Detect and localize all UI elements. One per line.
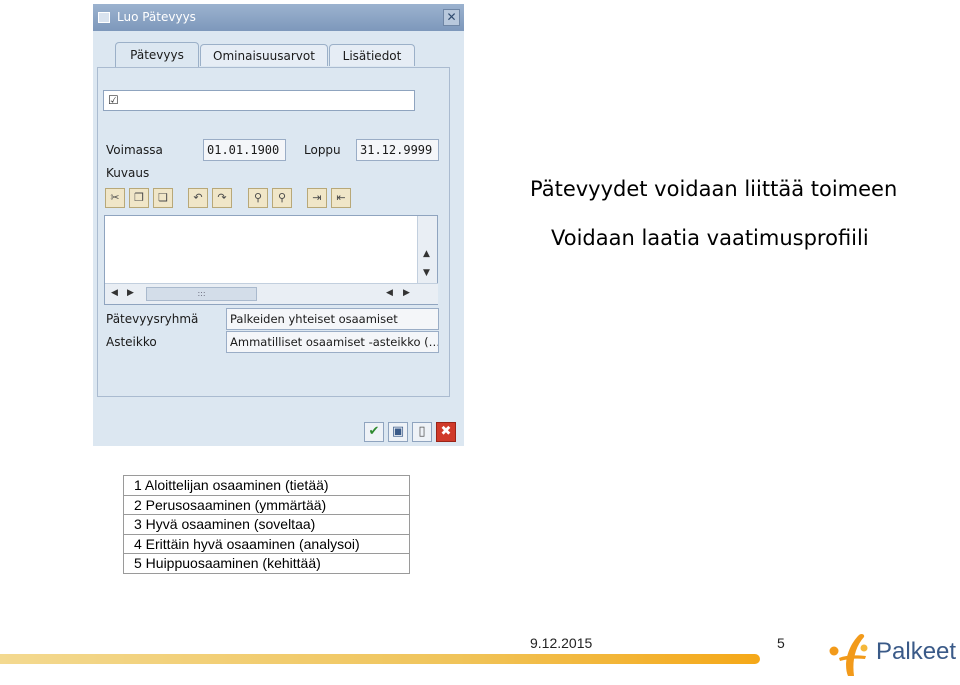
cancel-button[interactable]: ✖ bbox=[436, 422, 456, 442]
description-label: Kuvaus bbox=[106, 166, 150, 180]
table-row: 1 Aloittelijan osaaminen (tietää) bbox=[123, 475, 410, 496]
logo-mark-icon bbox=[829, 633, 868, 676]
scale-level: 2 Perusosaaminen (ymmärtää) bbox=[123, 494, 410, 515]
heading-line-1: Pätevyydet voidaan liittää toimeen bbox=[530, 177, 898, 201]
valid-from-field[interactable]: 01.01.1900 bbox=[203, 139, 286, 161]
group-field[interactable]: Palkeiden yhteiset osaamiset bbox=[226, 308, 439, 330]
create-qualification-dialog: Luo Pätevyys ✕ Pätevyys Ominaisuusarvot … bbox=[93, 4, 464, 446]
new-document-icon: ▯ bbox=[418, 424, 426, 439]
table-row: 3 Hyvä osaaminen (soveltaa) bbox=[123, 514, 410, 535]
dialog-titlebar: Luo Pätevyys ✕ bbox=[93, 4, 464, 31]
scroll-down-icon[interactable]: ▼ bbox=[423, 268, 430, 278]
valid-to-field[interactable]: 31.12.9999 bbox=[356, 139, 439, 161]
window-icon bbox=[98, 12, 110, 23]
description-textarea[interactable]: ▲ ▼ ◀ ▶ ::: ◀ ▶ bbox=[104, 215, 438, 305]
end-label: Loppu bbox=[304, 143, 341, 157]
export-button[interactable]: ⇤ bbox=[331, 188, 351, 208]
save-button[interactable]: ▣ bbox=[388, 422, 408, 442]
tab-additional-info[interactable]: Lisätiedot bbox=[329, 44, 415, 66]
cancel-icon: ✖ bbox=[440, 424, 452, 439]
confirm-button[interactable]: ✔ bbox=[364, 422, 384, 442]
tab-bar: Pätevyys Ominaisuusarvot Lisätiedot bbox=[93, 42, 464, 68]
new-button[interactable]: ▯ bbox=[412, 422, 432, 442]
scale-field[interactable]: Ammatilliset osaamiset -asteikko (… bbox=[226, 331, 439, 353]
cut-button[interactable]: ✂ bbox=[105, 188, 125, 208]
close-icon: ✕ bbox=[446, 10, 457, 24]
footer-date: 9.12.2015 bbox=[530, 635, 593, 651]
undo-button[interactable]: ↶ bbox=[188, 188, 208, 208]
undo-icon: ↶ bbox=[193, 191, 203, 204]
copy-icon: ❐ bbox=[134, 191, 144, 204]
redo-button[interactable]: ↷ bbox=[212, 188, 232, 208]
competence-scale-table: 1 Aloittelijan osaaminen (tietää) 2 Peru… bbox=[123, 475, 410, 574]
table-row: 2 Perusosaaminen (ymmärtää) bbox=[123, 494, 410, 515]
import-icon: ⇥ bbox=[312, 191, 322, 204]
valid-label: Voimassa bbox=[106, 143, 163, 157]
scissors-icon: ✂ bbox=[110, 191, 120, 204]
find-button[interactable]: ⚲ bbox=[248, 188, 268, 208]
redo-icon: ↷ bbox=[217, 191, 227, 204]
find-next-button[interactable]: ⚲ bbox=[272, 188, 292, 208]
scale-level: 3 Hyvä osaaminen (soveltaa) bbox=[123, 514, 410, 535]
checkbox-icon: ☑ bbox=[108, 93, 119, 107]
scale-label: Asteikko bbox=[106, 335, 157, 349]
dialog-title: Luo Pätevyys bbox=[117, 10, 196, 24]
group-label: Pätevyysryhmä bbox=[106, 312, 199, 326]
table-row: 4 Erittäin hyvä osaaminen (analysoi) bbox=[123, 533, 410, 554]
save-icon: ▣ bbox=[391, 424, 405, 439]
page-number: 5 bbox=[777, 635, 785, 651]
horizontal-scrollbar[interactable]: ◀ ▶ ::: ◀ ▶ bbox=[105, 283, 438, 304]
checkmark-icon: ✔ bbox=[368, 424, 380, 439]
copy-button[interactable]: ❐ bbox=[129, 188, 149, 208]
scale-level: 4 Erittäin hyvä osaaminen (analysoi) bbox=[123, 533, 410, 554]
qualification-name-field[interactable]: ☑ bbox=[103, 90, 415, 111]
scroll-left-end-icon[interactable]: ◀ bbox=[386, 288, 393, 298]
tab-properties[interactable]: Ominaisuusarvot bbox=[200, 44, 328, 66]
binoculars-next-icon: ⚲ bbox=[277, 191, 287, 204]
vertical-scrollbar[interactable]: ▲ ▼ bbox=[417, 216, 437, 284]
scale-level: 1 Aloittelijan osaaminen (tietää) bbox=[123, 475, 410, 496]
scroll-right-end-icon[interactable]: ▶ bbox=[403, 288, 410, 298]
footer-accent-bar bbox=[0, 654, 760, 664]
table-row: 5 Huippuosaaminen (kehittää) bbox=[123, 553, 410, 574]
close-button[interactable]: ✕ bbox=[443, 9, 460, 26]
scroll-left-icon[interactable]: ◀ bbox=[111, 288, 118, 298]
export-icon: ⇤ bbox=[336, 191, 346, 204]
scale-level: 5 Huippuosaaminen (kehittää) bbox=[123, 553, 410, 574]
paste-button[interactable]: ❏ bbox=[153, 188, 173, 208]
tab-qualification[interactable]: Pätevyys bbox=[115, 42, 199, 68]
palkeet-logo: Palkeet bbox=[826, 628, 956, 678]
scroll-right-icon[interactable]: ▶ bbox=[127, 288, 134, 298]
logo-text: Palkeet bbox=[876, 638, 957, 665]
scroll-thumb[interactable]: ::: bbox=[146, 287, 257, 301]
binoculars-icon: ⚲ bbox=[253, 191, 263, 204]
scroll-up-icon[interactable]: ▲ bbox=[423, 249, 430, 259]
heading-line-2: Voidaan laatia vaatimusprofiili bbox=[551, 226, 869, 250]
import-button[interactable]: ⇥ bbox=[307, 188, 327, 208]
paste-icon: ❏ bbox=[158, 191, 168, 204]
